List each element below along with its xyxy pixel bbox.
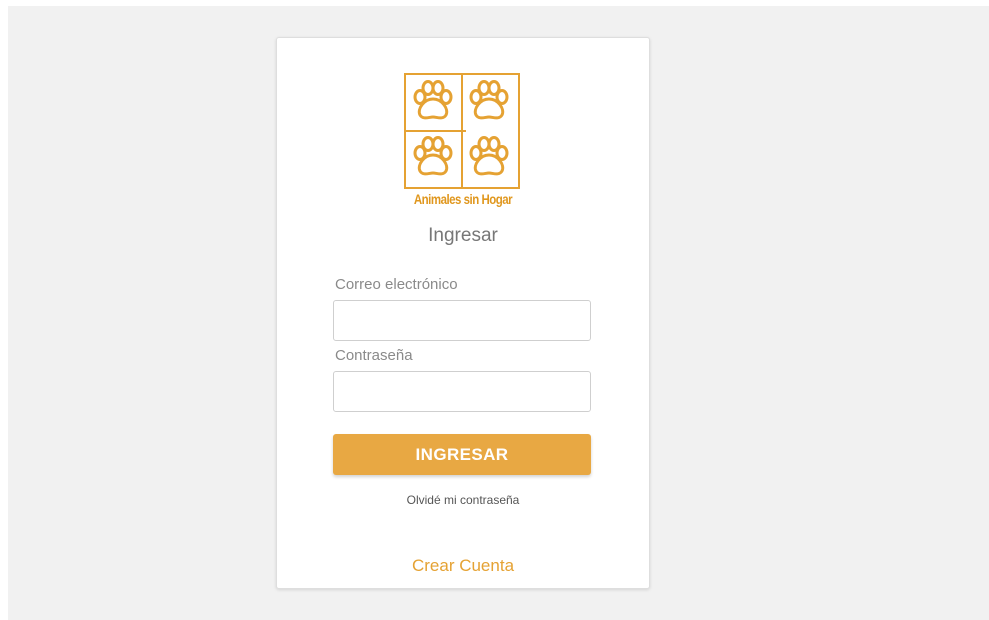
- password-field[interactable]: [333, 371, 591, 412]
- forgot-password-link[interactable]: Olvidé mi contraseña: [277, 493, 649, 507]
- logo-text: Animales sin Hogar: [413, 191, 513, 207]
- paw-icon: [469, 80, 509, 120]
- create-account-link[interactable]: Crear Cuenta: [277, 556, 649, 576]
- login-button[interactable]: INGRESAR: [333, 434, 591, 475]
- logo: Animales sin Hogar: [404, 73, 522, 211]
- email-field[interactable]: [333, 300, 591, 341]
- logo-divider-horizontal: [406, 130, 466, 132]
- page-title: Ingresar: [428, 225, 498, 246]
- paw-icon: [413, 136, 453, 176]
- paw-icon: [469, 136, 509, 176]
- paw-icon: [413, 80, 453, 120]
- email-label: Correo electrónico: [335, 276, 458, 293]
- login-card: Animales sin Hogar Ingresar Correo elect…: [276, 37, 650, 589]
- password-label: Contraseña: [335, 347, 413, 364]
